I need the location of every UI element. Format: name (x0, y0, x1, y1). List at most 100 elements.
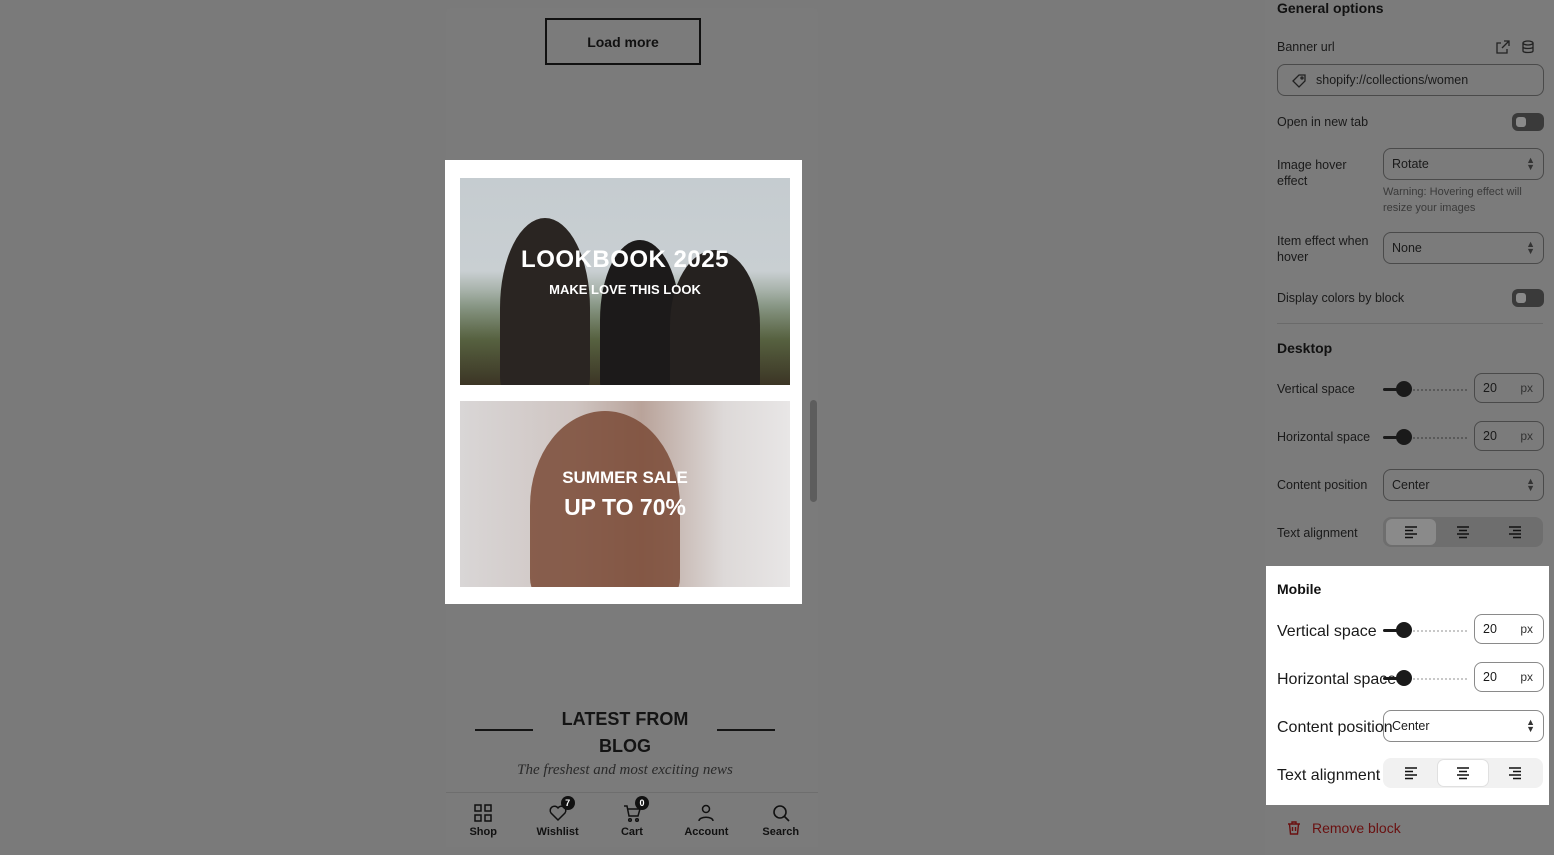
external-link-icon[interactable] (1496, 40, 1510, 54)
nav-account[interactable]: Account (671, 803, 741, 838)
nav-label: Shop (469, 825, 497, 838)
align-left-icon (1405, 526, 1417, 539)
align-left-button[interactable] (1386, 760, 1436, 786)
select-arrows-icon: ▲ ▼ (1526, 155, 1535, 172)
blog-subtitle: The freshest and most exciting news (517, 762, 733, 778)
lookbook-banner[interactable]: LOOKBOOK 2025 MAKE LOVE THIS LOOK (460, 178, 790, 385)
align-right-icon (1509, 526, 1521, 539)
wishlist-count-badge: 7 (560, 795, 575, 810)
banner-subtitle: MAKE LOVE THIS LOOK (549, 282, 701, 297)
nav-label: Search (762, 825, 800, 838)
search-icon (772, 804, 790, 822)
tag-link-icon (1292, 74, 1306, 88)
align-right-button[interactable] (1490, 519, 1540, 545)
unit-label: px (1520, 670, 1533, 684)
mobile-vertical-slider[interactable] (1383, 622, 1467, 638)
hover-warning: Warning: Hovering effect will resize you… (1383, 186, 1522, 214)
display-colors-label: Display colors by block (1277, 291, 1405, 305)
mobile-horizontal-slider[interactable] (1383, 670, 1467, 686)
general-options-title: General options (1277, 0, 1384, 16)
banner-section[interactable]: LOOKBOOK 2025 MAKE LOVE THIS LOOK SUMMER… (445, 160, 802, 604)
item-effect-label: Item effect when hover (1277, 234, 1369, 264)
mobile-horizontal-value: 20 (1483, 670, 1497, 684)
display-colors-toggle[interactable] (1512, 289, 1544, 307)
divider (1277, 323, 1543, 324)
desktop-title: Desktop (1277, 340, 1333, 356)
slider-thumb[interactable] (1396, 429, 1412, 445)
user-icon (698, 804, 715, 821)
open-new-tab-label: Open in new tab (1277, 115, 1369, 129)
desktop-horizontal-slider[interactable] (1383, 429, 1467, 445)
nav-label: Wishlist (536, 825, 579, 838)
blog-heading: LATEST FROM BLOG The freshest and most e… (446, 706, 804, 779)
image-hover-value: Rotate (1392, 157, 1429, 171)
banner-url-value: shopify://collections/women (1316, 73, 1469, 87)
blog-title: LATEST FROM BLOG (561, 709, 689, 756)
align-left-icon (1405, 767, 1417, 780)
mobile-content-position-label: Content position (1277, 719, 1393, 736)
align-center-icon (1457, 526, 1469, 539)
align-center-button[interactable] (1438, 519, 1488, 545)
cart-count-badge: 0 (634, 795, 649, 810)
nav-shop[interactable]: Shop (448, 803, 518, 838)
desktop-content-position-value: Center (1392, 478, 1430, 492)
divider (717, 729, 775, 731)
remove-block-label: Remove block (1312, 820, 1401, 836)
mobile-text-alignment-group (1383, 758, 1543, 788)
unit-label: px (1520, 622, 1533, 636)
unit-label: px (1520, 429, 1533, 443)
desktop-content-position-select[interactable]: Center ▲ ▼ (1383, 469, 1544, 501)
grid-icon (474, 803, 492, 822)
slider-thumb[interactable] (1396, 622, 1412, 638)
select-arrows-icon: ▲ ▼ (1526, 717, 1535, 734)
open-new-tab-toggle[interactable] (1512, 113, 1544, 131)
unit-label: px (1520, 381, 1533, 395)
align-left-button[interactable] (1386, 519, 1436, 545)
person-figure (500, 218, 590, 385)
load-more-button[interactable]: Load more (545, 18, 701, 65)
desktop-horizontal-input[interactable]: 20 px (1474, 421, 1544, 451)
mobile-horizontal-label: Horizontal space (1277, 671, 1397, 688)
item-effect-select[interactable]: None ▲ ▼ (1383, 232, 1544, 264)
slider-thumb[interactable] (1396, 381, 1412, 397)
divider (475, 729, 533, 731)
preview-scrollbar[interactable] (810, 400, 817, 502)
mobile-vertical-label: Vertical space (1277, 623, 1377, 640)
database-icon[interactable] (1521, 40, 1535, 54)
desktop-vertical-input[interactable]: 20 px (1474, 373, 1544, 403)
nav-search[interactable]: Search (746, 803, 816, 838)
slider-thumb[interactable] (1396, 670, 1412, 686)
mobile-title: Mobile (1277, 581, 1322, 597)
summer-sale-banner[interactable]: SUMMER SALE UP TO 70% (460, 401, 790, 587)
bottom-navigation: Shop 7 Wishlist 0 Cart Account Search (446, 792, 818, 847)
mobile-content-position-value: Center (1392, 719, 1430, 733)
nav-label: Cart (620, 825, 643, 838)
banner-url-input[interactable]: shopify://collections/women (1277, 64, 1544, 96)
desktop-horizontal-value: 20 (1483, 429, 1497, 443)
image-hover-label: Image hover effect (1277, 158, 1347, 188)
align-right-button[interactable] (1490, 760, 1540, 786)
item-effect-value: None (1392, 241, 1422, 255)
mobile-content-position-select[interactable]: Center ▲ ▼ (1383, 710, 1544, 742)
mobile-vertical-input[interactable]: 20 px (1474, 614, 1544, 644)
desktop-vertical-slider[interactable] (1383, 381, 1467, 397)
mobile-vertical-value: 20 (1483, 622, 1497, 636)
trash-icon (1288, 821, 1300, 835)
nav-wishlist[interactable]: 7 Wishlist (523, 795, 593, 838)
mobile-text-alignment-label: Text alignment (1277, 767, 1381, 784)
align-right-icon (1509, 767, 1521, 780)
align-center-icon (1457, 767, 1469, 780)
desktop-vertical-value: 20 (1483, 381, 1497, 395)
image-hover-select[interactable]: Rotate ▲ ▼ (1383, 148, 1544, 180)
remove-block-button[interactable]: Remove block (1286, 820, 1401, 836)
banner-title: LOOKBOOK 2025 (521, 246, 729, 273)
banner-subtitle: UP TO 70% (564, 493, 686, 520)
select-arrows-icon: ▲ ▼ (1526, 476, 1535, 493)
select-arrows-icon: ▲ ▼ (1526, 239, 1535, 256)
mobile-horizontal-input[interactable]: 20 px (1474, 662, 1544, 692)
mobile-settings-card: Mobile Vertical space 20 px Horizontal s… (1266, 566, 1549, 805)
nav-label: Account (684, 825, 729, 838)
nav-cart[interactable]: 0 Cart (597, 795, 667, 838)
align-center-button[interactable] (1438, 760, 1488, 786)
banner-title: SUMMER SALE (562, 467, 688, 487)
